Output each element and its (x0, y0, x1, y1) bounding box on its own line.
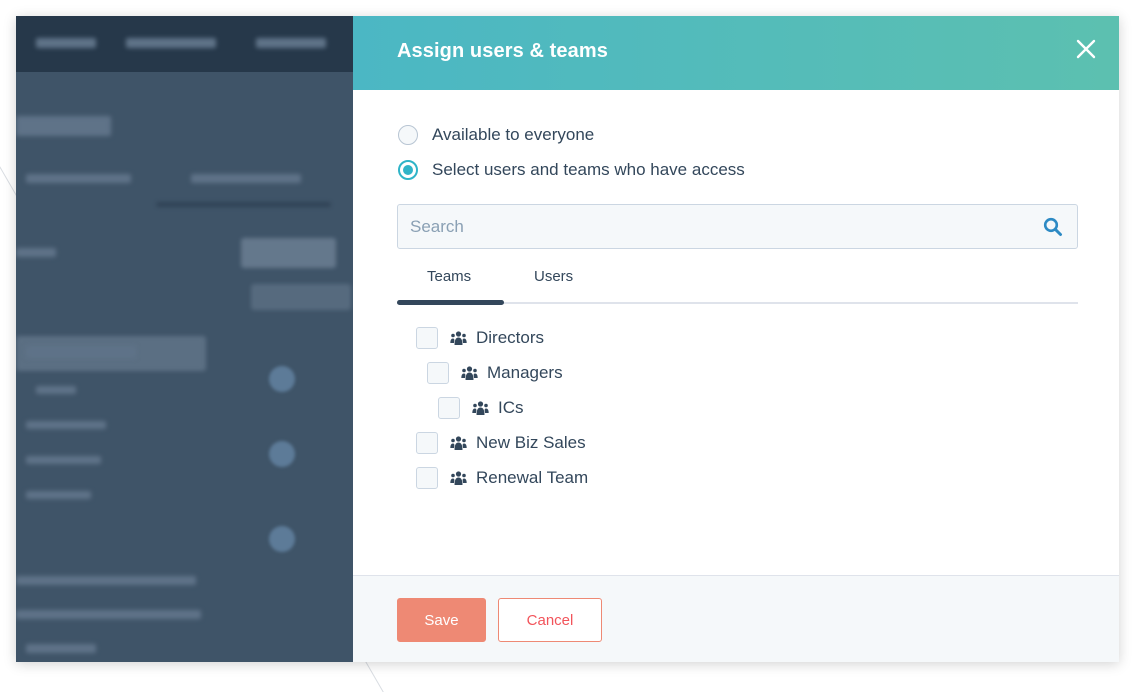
close-icon (1076, 39, 1096, 59)
close-button[interactable] (1073, 36, 1099, 62)
team-icon (450, 436, 467, 450)
team-name: Renewal Team (476, 468, 589, 487)
team-checkbox[interactable] (416, 432, 438, 454)
modal-title: Assign users & teams (397, 40, 608, 62)
team-row-directors[interactable]: Directors (416, 327, 544, 349)
team-icon (450, 331, 467, 345)
team-checkbox[interactable] (427, 362, 449, 384)
team-checkbox[interactable] (416, 327, 438, 349)
modal-footer: Save Cancel (353, 575, 1119, 662)
team-row-renewal-team[interactable]: Renewal Team (416, 467, 588, 489)
radio-available-everyone[interactable]: Available to everyone (398, 125, 594, 145)
tab-bar: Teams Users (397, 266, 1078, 305)
assign-users-modal: Assign users & teams Available to everyo… (353, 16, 1119, 662)
team-icon (461, 366, 478, 380)
radio-select-users-teams[interactable]: Select users and teams who have access (398, 160, 745, 180)
team-name: New Biz Sales (476, 433, 586, 452)
search-input[interactable] (398, 205, 1043, 248)
cancel-button[interactable]: Cancel (498, 598, 602, 642)
radio-label: Available to everyone (432, 125, 595, 144)
team-name: Directors (476, 328, 545, 347)
team-name: ICs (498, 398, 524, 417)
tab-teams[interactable]: Teams (427, 268, 471, 304)
team-name: Managers (487, 363, 563, 382)
team-icon (450, 471, 467, 485)
save-button[interactable]: Save (397, 598, 486, 642)
team-row-managers[interactable]: Managers (427, 362, 563, 384)
background-app-overlay (16, 16, 353, 662)
team-row-ics[interactable]: ICs (438, 397, 524, 419)
active-tab-indicator (397, 300, 504, 305)
search-box (397, 204, 1078, 249)
tab-users[interactable]: Users (534, 268, 573, 304)
background-top-nav (16, 16, 353, 72)
team-icon (472, 401, 489, 415)
modal-header: Assign users & teams (353, 16, 1119, 90)
radio-label: Select users and teams who have access (432, 160, 745, 179)
team-checkbox[interactable] (416, 467, 438, 489)
team-row-new-biz-sales[interactable]: New Biz Sales (416, 432, 586, 454)
radio-button[interactable] (398, 125, 418, 145)
team-checkbox[interactable] (438, 397, 460, 419)
radio-button-selected[interactable] (398, 160, 418, 180)
app-screen: Assign users & teams Available to everyo… (16, 16, 1119, 662)
search-icon[interactable] (1043, 217, 1063, 237)
